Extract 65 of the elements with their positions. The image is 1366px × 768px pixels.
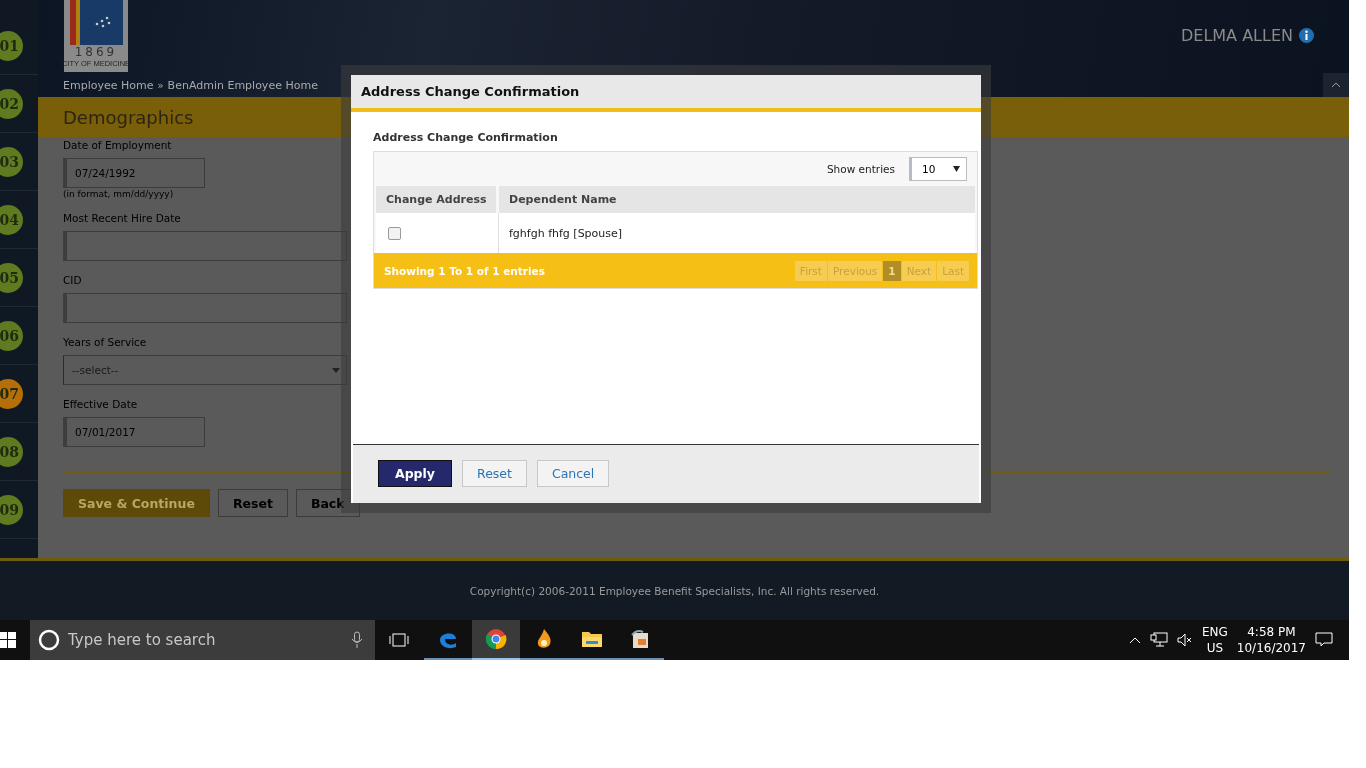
dialog-button[interactable]: Reset xyxy=(462,460,527,488)
stars-icon xyxy=(79,0,123,45)
caret-up-icon xyxy=(1331,82,1341,88)
section-title: Address Change Confirmation xyxy=(373,131,559,145)
chrome-browser-icon xyxy=(485,628,507,650)
dialog-title: Address Change Confirmation xyxy=(361,84,580,100)
step-number[interactable]: 05 xyxy=(0,262,23,293)
dialog-button[interactable]: Apply xyxy=(378,460,452,488)
clock-time[interactable]: 4:58 PM xyxy=(1247,624,1296,640)
search-box[interactable]: Type here to search xyxy=(30,620,375,660)
step-number[interactable]: 09 xyxy=(0,494,23,525)
field-label: Years of Service xyxy=(63,336,147,348)
date-field[interactable]: 07/01/2017 xyxy=(63,417,205,447)
caret-up-icon[interactable] xyxy=(1128,636,1141,644)
notification-icon[interactable] xyxy=(1315,632,1333,648)
step-number[interactable]: 04 xyxy=(0,204,23,235)
column-header[interactable]: Dependent Name xyxy=(499,186,975,214)
info-icon[interactable] xyxy=(1299,28,1314,43)
region-indicator[interactable]: US xyxy=(1206,640,1224,656)
dropdown-caret-icon xyxy=(332,367,340,373)
field-label: Date of Employment xyxy=(63,139,172,151)
pagination-button[interactable]: 1 xyxy=(883,260,901,281)
column-header[interactable]: Change Address xyxy=(376,186,496,214)
text-field[interactable] xyxy=(63,231,347,261)
search-field[interactable]: Type here to search xyxy=(66,630,345,650)
select-field[interactable]: --select-- xyxy=(63,355,347,385)
taskbar-app[interactable] xyxy=(472,620,520,660)
row-checkbox[interactable] xyxy=(388,226,401,240)
task-view-icon[interactable] xyxy=(389,632,409,648)
page-title: Demographics xyxy=(63,106,194,128)
entries-info: Showing 1 To 1 of 1 entries xyxy=(384,264,545,277)
page-size-select[interactable]: 10 xyxy=(909,157,967,182)
network-icon[interactable] xyxy=(1149,632,1168,648)
folder-icon xyxy=(581,629,603,649)
field-label: Effective Date xyxy=(63,398,138,410)
copyright-text: Copyright(c) 2006-2011 Employee Benefit Specialists, Inc. All rights reserved. xyxy=(469,584,880,597)
microphone-icon[interactable] xyxy=(351,631,363,649)
breadcrumb-link[interactable]: Employee Home xyxy=(63,79,154,92)
step-number[interactable]: 02 xyxy=(0,88,23,119)
field-label: CID xyxy=(63,274,82,286)
language-indicator[interactable]: ENG xyxy=(1201,624,1228,640)
form-button[interactable]: Reset xyxy=(217,489,288,517)
dropdown-caret-icon xyxy=(953,166,960,173)
cortana-circle-icon xyxy=(38,629,60,651)
date-field[interactable]: 07/24/1992 xyxy=(63,158,205,188)
installer-icon xyxy=(629,628,651,650)
breadcrumb-separator: » xyxy=(157,80,164,91)
clock-date[interactable]: 10/16/2017 xyxy=(1236,640,1306,656)
step-number[interactable]: 01 xyxy=(0,30,23,61)
step-number[interactable]: 03 xyxy=(0,146,23,177)
text-field[interactable] xyxy=(63,293,347,323)
step-number[interactable]: 07 xyxy=(0,378,23,409)
step-number[interactable]: 08 xyxy=(0,436,23,467)
format-hint: (in format, mm/dd/yyyy) xyxy=(63,189,174,199)
breadcrumb-link[interactable]: BenAdmin Employee Home xyxy=(167,79,318,92)
form-button[interactable]: Back xyxy=(295,489,360,517)
table-cell-text: fghfgh fhfg [Spouse] xyxy=(508,225,624,242)
dialog-button[interactable]: Cancel xyxy=(536,460,610,488)
show-entries-label: Show entries xyxy=(826,163,895,176)
field-label: Most Recent Hire Date xyxy=(63,212,181,224)
step-number[interactable]: 06 xyxy=(0,320,23,351)
windows-start-icon[interactable] xyxy=(0,632,16,648)
user-name: DELMA ALLEN xyxy=(1180,26,1293,45)
muted-speaker-icon[interactable] xyxy=(1176,633,1193,647)
form-button[interactable]: Save & Continue xyxy=(63,489,210,517)
